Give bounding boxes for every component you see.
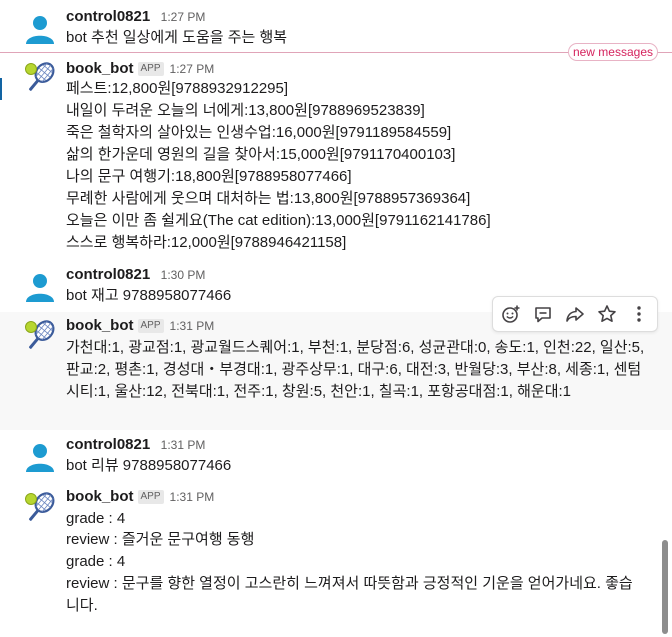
more-icon[interactable]	[629, 304, 649, 324]
message-header: control0821 1:31 PM	[66, 435, 205, 455]
timestamp[interactable]: 1:30 PM	[161, 268, 206, 282]
book-list-item: 삶의 한가운데 영원의 길을 찾아서:15,000원[9791170400103…	[66, 146, 456, 163]
timestamp[interactable]: 1:31 PM	[170, 490, 215, 504]
share-icon[interactable]	[565, 304, 585, 324]
default-avatar-icon[interactable]	[22, 10, 58, 46]
sender-name[interactable]: control0821	[66, 436, 150, 453]
reply-thread-icon[interactable]	[533, 304, 553, 324]
message-header: book_bot APP 1:31 PM	[66, 316, 214, 336]
sender-name[interactable]: book_bot	[66, 488, 134, 505]
scrollbar-thumb[interactable]	[662, 540, 668, 634]
message-header: control0821 1:27 PM	[66, 7, 205, 27]
sender-name[interactable]: control0821	[66, 266, 150, 283]
timestamp[interactable]: 1:27 PM	[170, 62, 215, 76]
book-list-item: 페스트:12,800원[9788932912295]	[66, 80, 289, 97]
app-badge: APP	[137, 62, 164, 76]
app-badge: APP	[137, 319, 164, 333]
tennis-racket-avatar-icon[interactable]	[22, 318, 58, 354]
book-list-item: 무례한 사람에게 웃으며 대처하는 법:13,800원[978895736936…	[66, 190, 471, 207]
message-6[interactable]: book_bot APP 1:31 PM grade : 4 review : 즐거…	[0, 484, 672, 634]
timestamp[interactable]: 1:27 PM	[161, 10, 206, 24]
sender-name[interactable]: control0821	[66, 8, 150, 25]
message-2[interactable]: book_bot APP 1:27 PM 페스트:12,800원[978893291…	[0, 54, 672, 260]
message-header: book_bot APP 1:31 PM	[66, 487, 214, 507]
timestamp[interactable]: 1:31 PM	[161, 438, 206, 452]
message-header: control0821 1:30 PM	[66, 265, 205, 285]
star-icon[interactable]	[597, 304, 617, 324]
stock-list-text: 가천대:1, 광교점:1, 광교월드스퀘어:1, 부천:1, 분당점:6, 성균…	[66, 339, 645, 400]
review-text: review : 즐거운 문구여행 동행	[66, 531, 255, 548]
book-list-item: 죽은 철학자의 살아있는 인생수업:16,000원[9791189584559]	[66, 124, 452, 141]
message-text: bot 재고 9788958077466	[66, 287, 232, 304]
message-5[interactable]: control0821 1:31 PM bot 리뷰 9788958077466	[0, 432, 672, 482]
review-text: review : 문구를 향한 열정이 고스란히 느껴져서 따뜻함과 긍정적인 …	[66, 575, 633, 614]
message-header: book_bot APP 1:27 PM	[66, 59, 214, 79]
message-actions-toolbar	[492, 296, 658, 332]
default-avatar-icon[interactable]	[22, 268, 58, 304]
book-list-item: 스스로 행복하라:12,000원[9788946421158]	[66, 234, 347, 251]
timestamp[interactable]: 1:31 PM	[170, 319, 215, 333]
review-grade: grade : 4	[66, 510, 126, 527]
tennis-racket-avatar-icon[interactable]	[22, 490, 58, 526]
emoji-reaction-icon[interactable]	[501, 304, 521, 324]
message-text: bot 리뷰 9788958077466	[66, 457, 232, 474]
default-avatar-icon[interactable]	[22, 438, 58, 474]
book-list-item: 내일이 두려운 오늘의 너에게:13,800원[9788969523839]	[66, 102, 425, 119]
app-badge: APP	[137, 490, 164, 504]
message-text: bot 추천 일상에게 도움을 주는 행복	[66, 29, 288, 46]
sender-name[interactable]: book_bot	[66, 317, 134, 334]
review-grade: grade : 4	[66, 553, 126, 570]
sender-name[interactable]: book_bot	[66, 60, 134, 77]
unread-accent-bar	[0, 78, 2, 100]
book-list-item: 나의 문구 여행기:18,800원[9788958077466]	[66, 168, 352, 185]
book-list-item: 오늘은 이만 좀 쉴게요(The cat edition):13,000원[97…	[66, 212, 491, 229]
tennis-racket-avatar-icon[interactable]	[22, 60, 58, 96]
